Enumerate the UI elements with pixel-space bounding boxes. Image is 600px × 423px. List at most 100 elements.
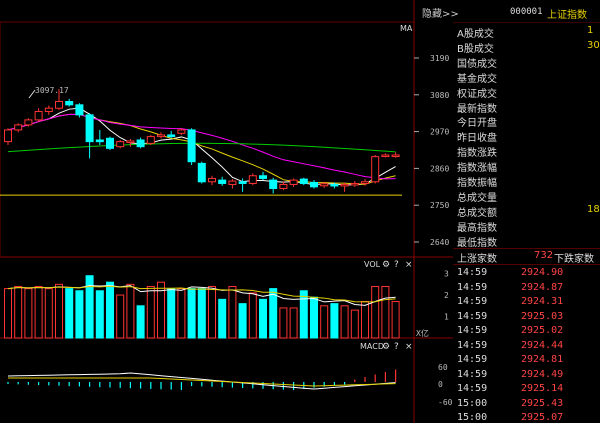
main-yaxis: 3190 3080 2970 2860 2750 2640 xyxy=(430,54,449,247)
advance-count: 732 xyxy=(534,250,554,261)
macd-settings-icon[interactable]: ⚙ xyxy=(382,342,390,352)
quote-row: 基金成交 xyxy=(457,70,497,85)
quote-row: 最新指数 xyxy=(457,100,497,115)
stock-chart-window: MA 3190 3080 2970 2860 2750 2640 3097.17 VOL … xyxy=(0,0,600,423)
annotation-text: 3097.17 xyxy=(35,86,69,95)
quote-row-value: 1 xyxy=(587,25,594,36)
candle-body xyxy=(65,100,74,106)
macd-help-icon[interactable]: ? xyxy=(394,342,399,352)
volume-bar xyxy=(126,283,135,339)
volume-bar xyxy=(116,294,125,339)
tick-price: 2925.14 xyxy=(521,383,564,394)
candle-body xyxy=(218,179,227,184)
volume-bar xyxy=(95,290,104,339)
volume-bar xyxy=(228,285,237,339)
volume-bar xyxy=(177,288,186,339)
tick-row: 14:59 2925.02 xyxy=(457,325,563,339)
volume-bar xyxy=(197,288,206,339)
stock-code: 000001 xyxy=(510,7,543,17)
volume-bar xyxy=(320,305,329,339)
tick-price: 2925.43 xyxy=(521,397,564,409)
quote-row: 指数涨跌 xyxy=(457,144,497,159)
hide-panel-button[interactable]: 隐藏>> xyxy=(422,5,459,20)
tick-price: 2924.49 xyxy=(521,368,564,380)
volume-bar xyxy=(218,298,227,339)
volume-bar xyxy=(310,296,318,339)
tick-price: 2924.44 xyxy=(521,339,564,351)
candle-body xyxy=(391,154,400,158)
candle-body xyxy=(136,139,145,148)
tick-time: 14:59 xyxy=(457,310,488,322)
volume-bar xyxy=(391,301,400,339)
quote-row: 昨日收盘 xyxy=(457,129,497,144)
vol-yaxis: 3 2 1 xyxy=(444,270,449,322)
macd-yaxis-label: -60 xyxy=(438,398,453,407)
candle-body xyxy=(340,183,349,187)
volume-bar xyxy=(34,285,43,339)
quote-row-label: 最高指数 xyxy=(457,222,497,234)
vol-close-icon[interactable]: × xyxy=(405,260,413,270)
vol-settings-icon[interactable]: ⚙ xyxy=(382,260,390,270)
tick-row: 14:59 2924.90 xyxy=(457,267,563,281)
volume-bar xyxy=(381,285,390,339)
macd-close-icon[interactable]: × xyxy=(405,342,413,352)
tick-price: 2925.07 xyxy=(521,412,564,423)
volume-bar xyxy=(350,309,359,339)
macd-yaxis-label: 0 xyxy=(438,380,443,389)
tick-time: 14:59 xyxy=(457,383,488,394)
candle-body xyxy=(126,140,135,143)
vol-title: VOL xyxy=(364,260,381,269)
candle-body xyxy=(34,111,43,121)
chart-canvas[interactable]: MA 319030802970286027502640 3097.17 VOL … xyxy=(0,0,453,423)
volume-bar xyxy=(299,290,308,339)
volume-bar xyxy=(146,285,155,339)
candle-body xyxy=(4,129,12,143)
quote-row-label: 最新指数 xyxy=(457,103,497,115)
candle-body xyxy=(208,177,216,183)
quote-row-value: 18 xyxy=(587,203,600,215)
quote-row-label: 今日开盘 xyxy=(457,118,497,130)
yaxis-tick-label: 2970 xyxy=(430,128,449,137)
quote-row-label: 指数涨跌 xyxy=(457,148,497,160)
decline-label: 下跌家数 xyxy=(554,254,594,265)
tick-row: 14:59 2924.81 xyxy=(457,354,563,368)
tick-row: 14:59 2924.31 xyxy=(457,296,563,310)
macd-lines xyxy=(7,372,396,390)
quote-row: 指数振幅 xyxy=(457,174,497,189)
vol-yaxis-label: 2 xyxy=(444,291,449,300)
volume-bar xyxy=(279,307,288,339)
macd-yaxis-label: 60 xyxy=(438,363,448,372)
yaxis-tick-label: 2640 xyxy=(430,238,449,247)
quote-row-label: 基金成交 xyxy=(457,73,497,85)
candlestick-series xyxy=(4,89,400,194)
quote-row: 国债成交 xyxy=(457,55,497,70)
candle-body xyxy=(248,175,257,184)
candle-body xyxy=(167,134,176,138)
volume-bar xyxy=(44,288,53,339)
candle-body xyxy=(24,119,33,126)
main-panel-frame xyxy=(0,21,415,258)
volume-bar xyxy=(371,285,380,339)
vol-help-icon[interactable]: ? xyxy=(394,260,399,270)
tick-row: 14:59 2925.03 xyxy=(457,310,563,325)
volume-bars xyxy=(4,275,400,339)
vol-unit: X亿 xyxy=(416,328,429,338)
volume-bar xyxy=(340,305,349,339)
quote-header: 隐藏>> 000001 上证指数 xyxy=(422,0,600,23)
quote-row-label: 指数振幅 xyxy=(457,178,497,189)
candle-body xyxy=(350,182,359,186)
volume-bar xyxy=(136,305,145,339)
volume-bar xyxy=(238,303,247,339)
volume-bar xyxy=(167,288,176,339)
volume-bar xyxy=(269,288,278,339)
quote-row: 总成交额 18 xyxy=(457,204,600,219)
quote-panel: 隐藏>> 000001 上证指数 A股成交 1 B股成交 30 国债成交 基金成交 权证成交… xyxy=(422,0,600,423)
candle-body xyxy=(279,183,288,189)
volume-bar xyxy=(65,288,74,339)
ma60-line xyxy=(7,142,396,153)
quote-row-label: A股成交 xyxy=(457,29,494,40)
stock-name: 上证指数 xyxy=(547,10,587,21)
tick-price: 2924.87 xyxy=(521,281,564,293)
candle-body xyxy=(177,129,186,134)
volume-bar xyxy=(24,288,33,339)
